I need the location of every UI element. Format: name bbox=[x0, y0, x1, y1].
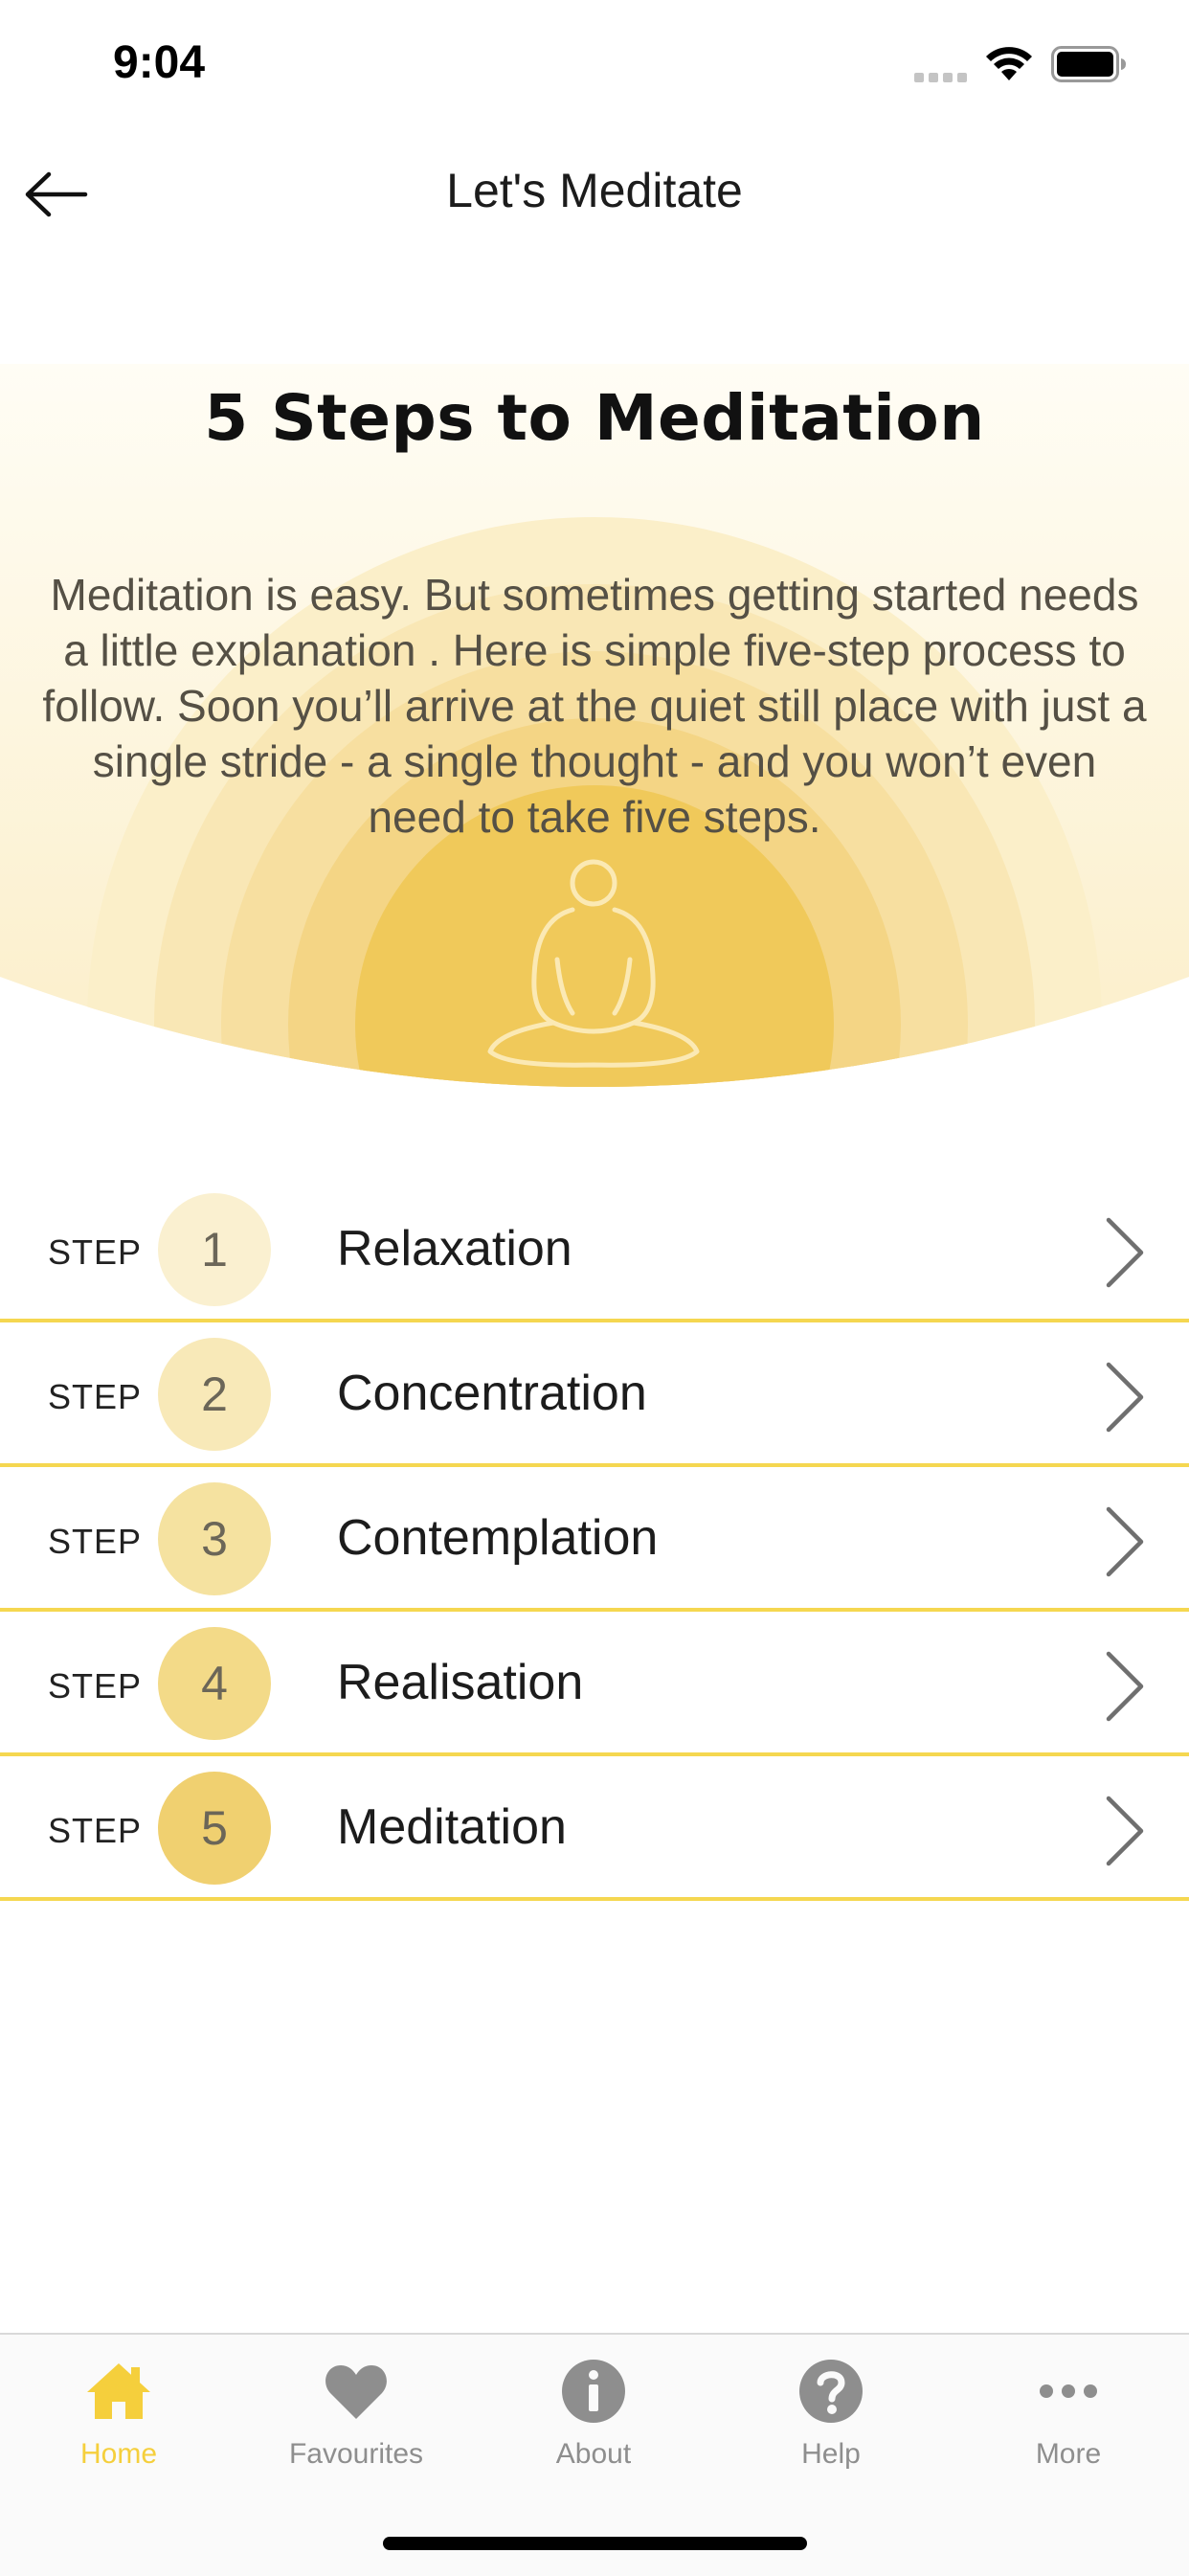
chevron-right-icon bbox=[1106, 1506, 1144, 1577]
chevron-right-icon bbox=[1106, 1217, 1144, 1288]
tab-label: More bbox=[1035, 2438, 1102, 2470]
chevron-right-icon bbox=[1106, 1796, 1144, 1866]
step-row-relaxation[interactable]: STEP 1 Relaxation bbox=[0, 1178, 1189, 1322]
navigation-bar: Let's Meditate bbox=[0, 134, 1189, 254]
step-row-meditation[interactable]: STEP 5 Meditation bbox=[0, 1756, 1189, 1901]
step-name: Concentration bbox=[337, 1366, 647, 1421]
wifi-icon bbox=[986, 47, 1032, 80]
hero-banner: 5 Steps to Meditation Meditation is easy… bbox=[0, 364, 1189, 1092]
step-label: STEP bbox=[48, 1377, 143, 1416]
step-row-realisation[interactable]: STEP 4 Realisation bbox=[0, 1612, 1189, 1756]
chevron-right-icon bbox=[1106, 1362, 1144, 1433]
step-row-contemplation[interactable]: STEP 3 Contemplation bbox=[0, 1467, 1189, 1612]
step-number-badge: 4 bbox=[158, 1627, 271, 1740]
step-number-badge: 1 bbox=[158, 1193, 271, 1306]
tab-label: Help bbox=[801, 2438, 861, 2470]
tab-more[interactable]: More bbox=[950, 2335, 1187, 2497]
tab-favourites[interactable]: Favourites bbox=[237, 2335, 475, 2497]
more-dots-icon bbox=[1040, 2384, 1097, 2398]
step-number-badge: 2 bbox=[158, 1338, 271, 1451]
hero-description: Meditation is easy. But sometimes gettin… bbox=[42, 570, 1147, 842]
tab-label: About bbox=[555, 2438, 632, 2470]
meditating-person-icon bbox=[487, 859, 700, 1068]
status-bar: 9:04 bbox=[0, 0, 1189, 129]
question-icon bbox=[799, 2360, 863, 2423]
nav-title: Let's Meditate bbox=[446, 164, 743, 217]
step-row-concentration[interactable]: STEP 2 Concentration bbox=[0, 1322, 1189, 1467]
step-label: STEP bbox=[48, 1232, 143, 1272]
cellular-signal-icon bbox=[914, 73, 967, 82]
chevron-right-icon bbox=[1106, 1651, 1144, 1722]
home-icon bbox=[87, 2363, 150, 2419]
step-label: STEP bbox=[48, 1666, 143, 1706]
hero-title: 5 Steps to Meditation bbox=[204, 381, 985, 455]
heart-icon bbox=[325, 2365, 387, 2419]
step-number-badge: 5 bbox=[158, 1772, 271, 1885]
step-label: STEP bbox=[48, 1522, 143, 1561]
info-icon bbox=[562, 2360, 625, 2423]
tab-help[interactable]: Help bbox=[712, 2335, 950, 2497]
tab-label: Home bbox=[79, 2438, 158, 2470]
tab-home[interactable]: Home bbox=[0, 2335, 237, 2497]
status-time: 9:04 bbox=[113, 37, 206, 88]
tab-about[interactable]: About bbox=[475, 2335, 712, 2497]
step-name: Relaxation bbox=[337, 1221, 572, 1277]
steps-list: STEP 1 Relaxation STEP 2 Concentration S… bbox=[0, 1178, 1189, 1901]
step-name: Realisation bbox=[337, 1655, 584, 1710]
step-number-badge: 3 bbox=[158, 1482, 271, 1595]
step-name: Meditation bbox=[337, 1799, 567, 1855]
step-label: STEP bbox=[48, 1811, 143, 1850]
tab-label: Favourites bbox=[288, 2438, 424, 2470]
home-indicator[interactable] bbox=[383, 2537, 807, 2550]
battery-icon bbox=[1051, 46, 1126, 82]
step-name: Contemplation bbox=[337, 1510, 659, 1566]
